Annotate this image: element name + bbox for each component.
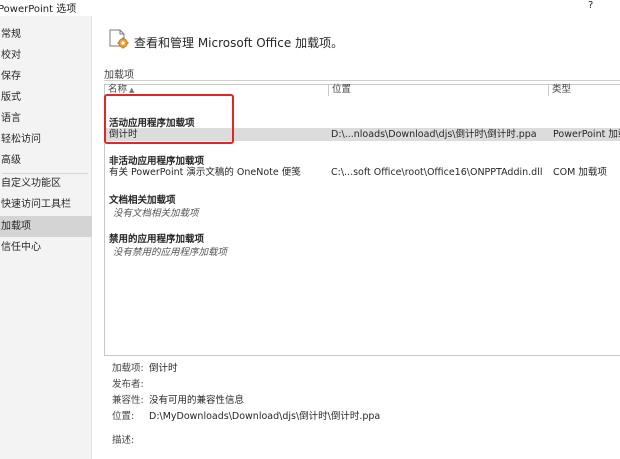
column-header-type[interactable]: 类型 [548,84,620,96]
sidebar-item-label: 快速访问工具栏 [1,199,71,210]
sidebar-item-label: 信任中心 [1,242,41,253]
addins-panel: 查看和管理 Microsoft Office 加载项。 加载项 名称 ▲ 位置 类… [92,16,620,459]
highlight-annotation [104,94,234,144]
column-header-label: 位置 [332,84,352,95]
sidebar-item-label: 常规 [1,29,21,40]
detail-label: 加载项: [112,363,144,374]
sidebar-item-advanced[interactable]: 高级 [0,150,92,171]
sort-ascending-icon: ▲ [129,86,135,94]
column-header-location[interactable]: 位置 [328,84,548,96]
sidebar-item-quick-access-toolbar[interactable]: 快速访问工具栏 [0,194,92,215]
sidebar-item-addins[interactable]: 加载项 [0,216,92,237]
detail-label: 发布者: [112,379,144,390]
sidebar-item-trust-center[interactable]: 信任中心 [0,237,92,258]
sidebar-item-label: 加载项 [1,221,31,232]
addins-section-title: 加载项 [104,70,134,81]
sidebar-item-proofing[interactable]: 校对 [0,45,92,66]
sidebar-item-label: 自定义功能区 [1,178,61,189]
sidebar-item-layout[interactable]: 版式 [0,87,92,108]
sidebar-item-label: 校对 [1,50,21,61]
sidebar-item-label: 版式 [1,92,21,103]
addin-type: COM 加载项 [553,167,607,178]
detail-value: D:\MyDownloads\Download\djs\倒计时\倒计时.ppa [149,411,381,422]
help-button[interactable]: ? [588,0,593,11]
section-divider [104,80,620,81]
empty-note-disabled: 没有禁用的应用程序加载项 [113,247,228,258]
sidebar-item-general[interactable]: 常规 [0,24,92,45]
empty-note-document: 没有文档相关加载项 [113,208,199,219]
group-title-inactive: 非活动应用程序加载项 [109,156,205,167]
options-sidebar: 常规 校对 保存 版式 语言 轻松访问 高级 自定义功能区 快速访问工具栏 加载… [0,16,92,459]
detail-label: 兼容性: [112,395,144,406]
addin-type: PowerPoint 加载 [553,129,620,140]
sidebar-item-label: 保存 [1,71,21,82]
sidebar-item-label: 高级 [1,155,21,166]
detail-label: 位置: [112,411,135,422]
detail-value: 没有可用的兼容性信息 [149,395,245,406]
column-header-label: 类型 [552,84,572,95]
sidebar-item-language[interactable]: 语言 [0,108,92,129]
sidebar-item-label: 语言 [1,113,21,124]
detail-value: 倒计时 [149,363,178,374]
table-row[interactable]: 有关 PowerPoint 演示文稿的 OneNote 便笺 C:\...sof… [105,166,620,179]
addin-location: D:\...nloads\Download\djs\倒计时\倒计时.ppa [331,129,537,140]
sidebar-item-accessibility[interactable]: 轻松访问 [0,129,92,150]
sidebar-item-save[interactable]: 保存 [0,66,92,87]
addin-name: 有关 PowerPoint 演示文稿的 OneNote 便笺 [109,167,301,178]
window-title: PowerPoint 选项 [0,4,77,15]
addin-gear-icon [109,29,129,49]
detail-label: 描述: [112,435,135,446]
title-bar: PowerPoint 选项 ? [0,0,620,16]
sidebar-item-customize-ribbon[interactable]: 自定义功能区 [0,173,92,194]
group-title-disabled: 禁用的应用程序加载项 [109,234,205,245]
sidebar-item-label: 轻松访问 [1,134,41,145]
addin-location: C:\...soft Office\root\Office16\ONPPTAdd… [331,167,543,178]
page-title: 查看和管理 Microsoft Office 加载项。 [134,36,344,50]
group-title-document: 文档相关加载项 [109,195,176,206]
